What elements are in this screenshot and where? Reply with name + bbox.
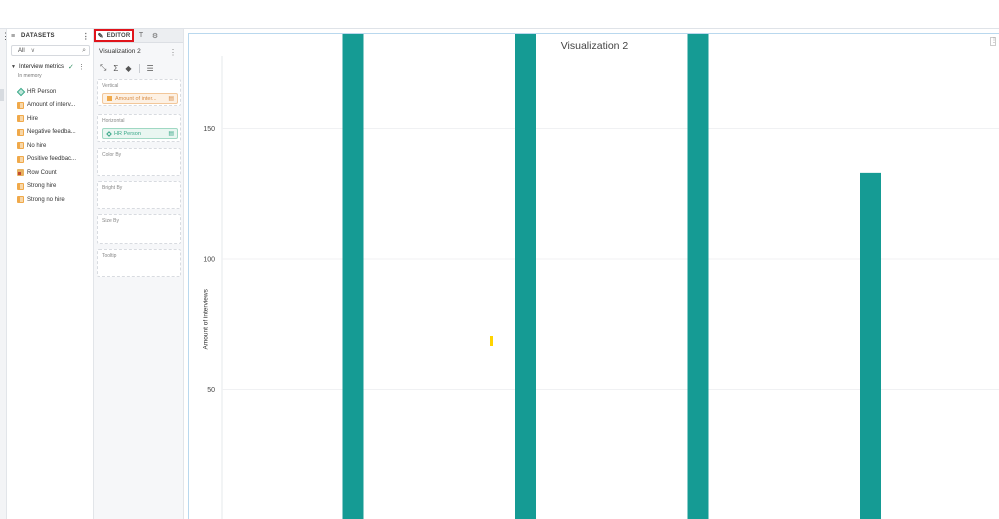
chevron-down-icon: ∨ bbox=[30, 48, 36, 54]
vertical-field-label: Amount of inter... bbox=[115, 95, 157, 102]
filter-icon: T bbox=[138, 32, 144, 39]
y-tick-label: 150 bbox=[203, 126, 215, 133]
y-tick-label: 100 bbox=[203, 257, 215, 264]
field-item[interactable]: Amount of interv... bbox=[17, 99, 94, 113]
editor-more-icon[interactable]: ⋮ bbox=[169, 48, 177, 57]
dataset-group-more-icon[interactable]: ⋮ bbox=[78, 63, 85, 71]
brightness-label: Bright By bbox=[102, 185, 123, 191]
editor-panel: ✎ EDITOR T ⚙ Visualization 2 ⋮ ⤡ Σ ◆ ☰ V… bbox=[94, 29, 184, 519]
field-label: No hire bbox=[27, 142, 47, 149]
dataset-group[interactable]: ▼ Interview metrics ✓ ⋮ bbox=[11, 62, 92, 71]
pill-options-icon[interactable]: ▤ bbox=[168, 95, 174, 102]
pencil-icon: ✎ bbox=[97, 32, 104, 40]
eraser-icon[interactable]: ◆ bbox=[125, 64, 131, 73]
gear-icon: ⚙ bbox=[151, 32, 159, 40]
horizontal-field-label: HR Person bbox=[114, 130, 141, 137]
bar[interactable] bbox=[342, 34, 364, 519]
database-icon: ≡ bbox=[11, 32, 16, 40]
color-by-label: Color By bbox=[102, 152, 122, 158]
field-item[interactable]: Row Count bbox=[17, 166, 94, 180]
caret-down-icon[interactable]: ▼ bbox=[11, 64, 16, 70]
datasets-panel: ≡ DATASETS ⋮ All ∨ ⌕ ▼ Interview metrics… bbox=[7, 29, 94, 519]
visualization-name: Visualization 2 bbox=[99, 48, 141, 55]
measure-icon bbox=[107, 96, 112, 101]
count-icon bbox=[17, 169, 24, 177]
bar[interactable] bbox=[515, 34, 536, 519]
app-window: ⋮ ≡ DATASETS ⋮ All ∨ ⌕ ▼ Interview metri… bbox=[0, 0, 999, 519]
rail-more-icon[interactable]: ⋮ bbox=[1, 32, 10, 41]
datasets-filter-value: All bbox=[18, 47, 25, 54]
field-label: HR Person bbox=[27, 88, 57, 95]
fields-list: HR Person Amount of interv... Hire Negative… bbox=[17, 85, 94, 207]
y-tick-label: 50 bbox=[207, 387, 215, 394]
drop-marker bbox=[490, 336, 493, 346]
brightness-shelf[interactable]: Bright By bbox=[97, 181, 181, 209]
field-item[interactable]: Strong hire bbox=[17, 180, 94, 194]
search-icon[interactable]: ⌕ bbox=[82, 47, 86, 55]
swap-axes-icon[interactable]: ⤡ bbox=[100, 63, 106, 73]
field-label: Amount of interv... bbox=[27, 102, 76, 109]
field-item[interactable]: No hire bbox=[17, 139, 94, 153]
dimension-icon bbox=[17, 87, 26, 96]
measure-icon bbox=[17, 182, 24, 190]
horizontal-field-pill[interactable]: HR Person ▤ bbox=[102, 128, 178, 139]
vertical-shelf[interactable]: Vertical Amount of inter... ▤ bbox=[97, 79, 181, 106]
toolbar-divider bbox=[138, 63, 140, 73]
visualization-canvas[interactable]: Visualization 2 ⋮ Amount of interviews 5… bbox=[188, 33, 999, 519]
field-item[interactable]: HR Person bbox=[17, 85, 94, 99]
measure-icon bbox=[17, 128, 24, 136]
tab-filter[interactable]: T bbox=[134, 29, 148, 42]
field-label: Row Count bbox=[27, 169, 57, 176]
measure-icon bbox=[17, 115, 24, 123]
horizontal-shelf[interactable]: Horizontal HR Person ▤ bbox=[97, 114, 181, 142]
field-label: Strong no hire bbox=[27, 196, 65, 203]
measure-icon bbox=[17, 155, 24, 163]
tooltip-label: Tooltip bbox=[102, 253, 117, 259]
datasets-more-icon[interactable]: ⋮ bbox=[82, 32, 90, 41]
datasets-header: ≡ DATASETS ⋮ bbox=[7, 29, 93, 43]
measure-icon bbox=[17, 196, 24, 204]
tab-settings[interactable]: ⚙ bbox=[148, 29, 162, 42]
bar[interactable] bbox=[687, 34, 709, 519]
field-item[interactable]: Negative feedba... bbox=[17, 126, 94, 140]
left-rail: ⋮ bbox=[0, 29, 10, 519]
sigma-icon[interactable]: Σ bbox=[113, 64, 118, 73]
tab-editor[interactable]: ✎ EDITOR bbox=[94, 29, 134, 42]
bar-chart: 50100150200250300 bbox=[203, 34, 999, 519]
measure-icon bbox=[17, 142, 24, 150]
top-bar bbox=[0, 0, 999, 29]
tab-editor-label: EDITOR bbox=[106, 32, 131, 39]
pill-options-icon[interactable]: ▤ bbox=[168, 130, 174, 137]
bar[interactable] bbox=[860, 172, 881, 519]
color-by-shelf[interactable]: Color By bbox=[97, 148, 181, 176]
size-by-shelf[interactable]: Size By bbox=[97, 214, 181, 244]
dataset-group-name: Interview metrics bbox=[18, 63, 64, 70]
field-item[interactable]: Strong no hire bbox=[17, 193, 94, 207]
datasets-title: DATASETS bbox=[21, 33, 55, 39]
rail-active-marker bbox=[0, 89, 4, 101]
field-label: Positive feedbac... bbox=[27, 156, 77, 163]
measure-icon bbox=[17, 101, 24, 109]
vertical-shelf-label: Vertical bbox=[102, 83, 119, 89]
editor-tabs: ✎ EDITOR T ⚙ bbox=[94, 29, 183, 43]
editor-toolbar: ⤡ Σ ◆ ☰ bbox=[100, 63, 154, 73]
horizontal-shelf-label: Horizontal bbox=[102, 118, 125, 124]
dataset-status: In memory bbox=[18, 73, 42, 79]
datasets-filter-dropdown[interactable]: All ∨ ⌕ bbox=[11, 45, 90, 56]
field-item[interactable]: Positive feedbac... bbox=[17, 153, 94, 167]
field-label: Strong hire bbox=[27, 183, 57, 190]
dimension-icon bbox=[106, 130, 112, 137]
field-label: Hire bbox=[27, 115, 39, 122]
vertical-field-pill[interactable]: Amount of inter... ▤ bbox=[102, 93, 178, 104]
field-item[interactable]: Hire bbox=[17, 112, 94, 126]
sliders-icon[interactable]: ☰ bbox=[147, 64, 154, 73]
field-label: Negative feedba... bbox=[27, 129, 76, 136]
tooltip-shelf[interactable]: Tooltip bbox=[97, 249, 181, 277]
check-icon: ✓ bbox=[67, 63, 74, 71]
size-by-label: Size By bbox=[102, 218, 119, 224]
